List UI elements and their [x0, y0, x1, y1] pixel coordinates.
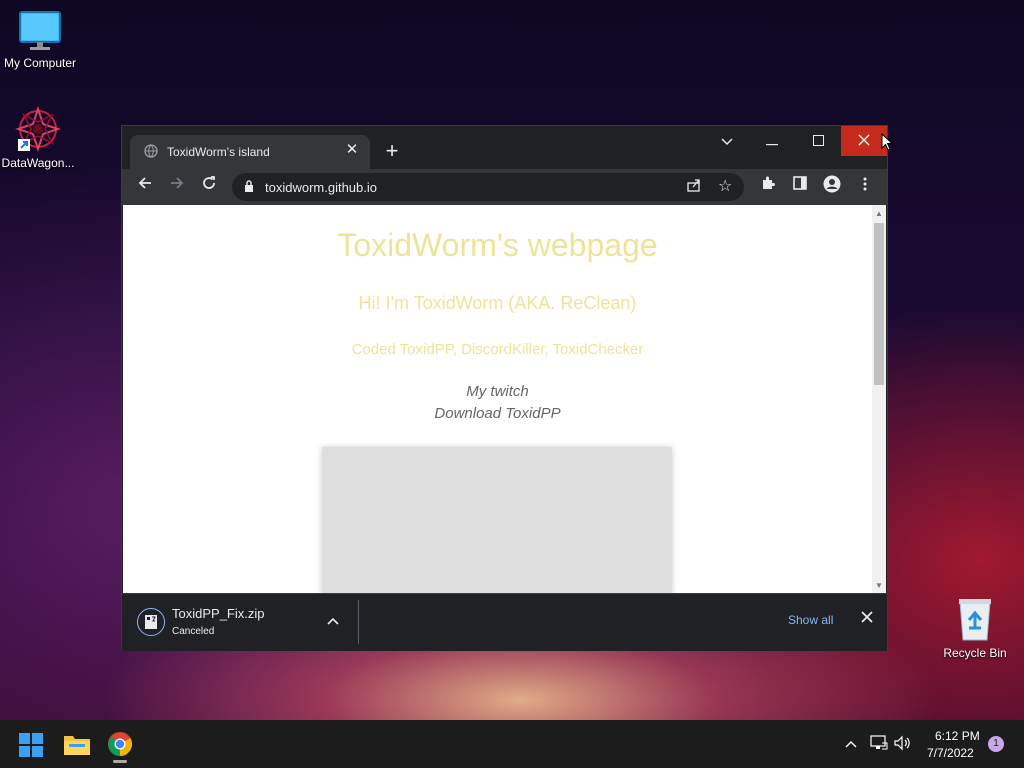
- page-title: ToxidWorm's webpage: [337, 227, 658, 263]
- page-projects-line: Coded ToxidPP, DiscordKiller, ToxidCheck…: [351, 341, 644, 358]
- datawagon-shortcut-icon: [14, 105, 62, 153]
- browser-window: ToxidWorm's island ✕ + toxidworm.github.…: [122, 126, 887, 651]
- tab-search-button[interactable]: [704, 126, 750, 156]
- download-link[interactable]: Download ToxidPP: [123, 405, 872, 422]
- download-status: Canceled: [172, 626, 215, 637]
- tab-title: ToxidWorm's island: [167, 145, 270, 159]
- volume-icon[interactable]: [894, 735, 912, 754]
- scroll-up-arrow-icon[interactable]: ▲: [872, 207, 886, 221]
- share-icon[interactable]: [686, 177, 702, 198]
- lock-icon: [244, 180, 254, 198]
- address-bar[interactable]: toxidworm.github.io ☆: [232, 173, 744, 201]
- notification-count: 1: [993, 738, 999, 749]
- new-tab-button[interactable]: +: [380, 140, 404, 164]
- tab-toxidworm[interactable]: ToxidWorm's island ✕: [130, 135, 370, 169]
- download-filename[interactable]: ToxidPP_Fix.zip: [172, 606, 264, 621]
- taskbar: 6:12 PM 7/7/2022 1: [0, 720, 1024, 768]
- clock-time[interactable]: 6:12 PM: [935, 729, 980, 743]
- download-shelf-close-icon[interactable]: [861, 610, 873, 628]
- notification-badge[interactable]: 1: [988, 736, 1004, 752]
- twitch-link[interactable]: My twitch: [123, 383, 872, 400]
- file-explorer-icon[interactable]: [63, 733, 91, 761]
- clock-date[interactable]: 7/7/2022: [927, 746, 974, 760]
- menu-icon[interactable]: [853, 175, 877, 199]
- web-page: ToxidWorm's webpage Hi! I'm ToxidWorm (A…: [123, 205, 872, 593]
- tab-close-icon[interactable]: ✕: [344, 142, 360, 158]
- show-hidden-icons-chevron-icon[interactable]: [845, 737, 857, 751]
- address-url[interactable]: toxidworm.github.io: [265, 180, 377, 195]
- maximize-button[interactable]: [795, 126, 841, 156]
- recycle-bin-icon: [955, 598, 995, 642]
- download-shelf: ToxidPP_Fix.zip Canceled Show all: [122, 593, 887, 651]
- mouse-cursor-icon: [881, 132, 894, 156]
- page-subheading: Hi! I'm ToxidWorm (AKA. ReClean): [358, 293, 637, 313]
- scrollbar-thumb[interactable]: [874, 223, 884, 385]
- page-viewport: ToxidWorm's webpage Hi! I'm ToxidWorm (A…: [123, 205, 886, 593]
- desktop-icon-label: My Computer: [3, 56, 77, 70]
- tab-strip: ToxidWorm's island ✕ +: [122, 126, 887, 169]
- chevron-up-icon[interactable]: [327, 612, 339, 628]
- extensions-icon[interactable]: [756, 175, 780, 199]
- chrome-icon[interactable]: [107, 731, 135, 763]
- network-icon[interactable]: [870, 735, 888, 754]
- minimize-button[interactable]: [749, 126, 795, 156]
- desktop-icon-recycle-bin[interactable]: Recycle Bin: [935, 598, 1015, 660]
- zip-file-icon: [137, 608, 165, 636]
- monitor-icon: [18, 10, 62, 52]
- embedded-image-placeholder: [322, 447, 672, 593]
- active-app-indicator: [113, 760, 127, 763]
- forward-button[interactable]: [165, 175, 189, 199]
- reload-button[interactable]: [197, 175, 221, 199]
- side-panel-icon[interactable]: [788, 175, 812, 199]
- globe-icon: [144, 144, 158, 158]
- desktop-icon-my-computer[interactable]: My Computer: [0, 10, 80, 70]
- start-button-windows-icon[interactable]: [19, 733, 43, 757]
- download-divider: [358, 600, 359, 644]
- back-button[interactable]: [133, 175, 157, 199]
- show-all-button[interactable]: Show all: [788, 613, 833, 627]
- scroll-down-arrow-icon[interactable]: ▼: [872, 579, 886, 593]
- vertical-scrollbar[interactable]: ▲ ▼: [872, 205, 886, 593]
- bookmark-star-icon[interactable]: ☆: [718, 176, 732, 196]
- desktop-icon-datawagon[interactable]: DataWagon...: [0, 105, 78, 170]
- profile-icon[interactable]: [820, 175, 844, 199]
- browser-toolbar: toxidworm.github.io ☆: [122, 169, 887, 205]
- desktop-icon-label: DataWagon...: [1, 156, 75, 170]
- desktop-icon-label: Recycle Bin: [943, 646, 1007, 660]
